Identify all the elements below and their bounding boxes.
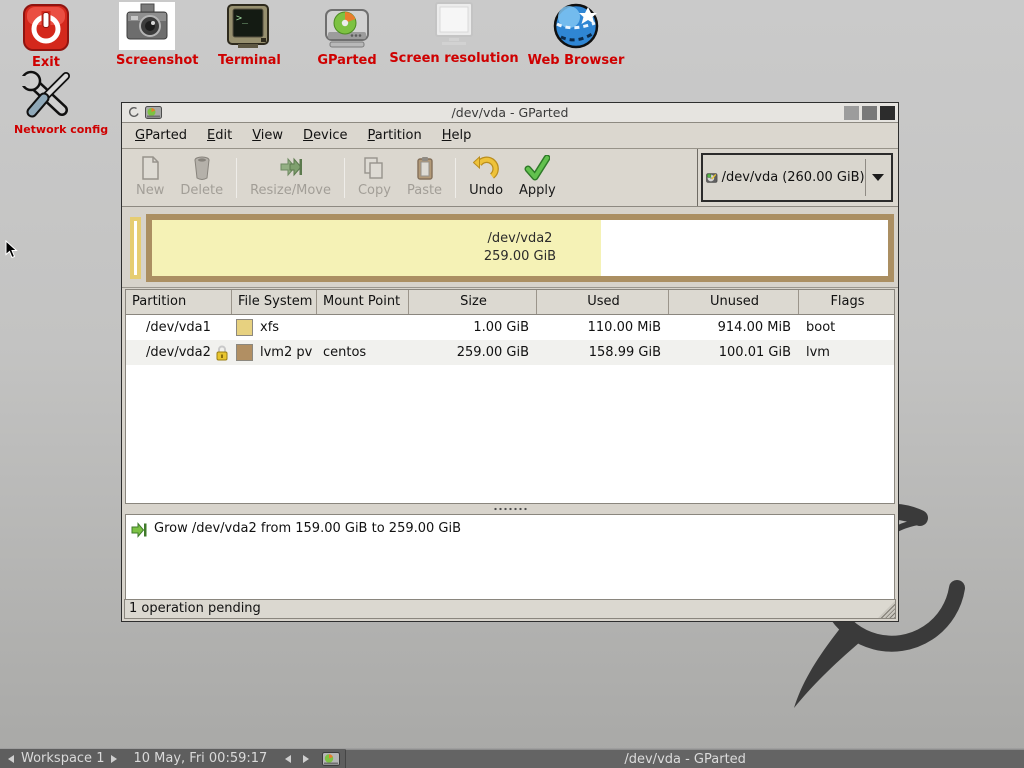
apply-button[interactable]: Apply: [511, 154, 564, 198]
paste-icon: [412, 155, 438, 181]
minimize-button[interactable]: [844, 106, 859, 120]
desktop-icon-network-config[interactable]: Network config: [14, 70, 82, 136]
mouse-cursor: [5, 240, 18, 259]
copy-icon: [361, 155, 387, 181]
window-title: /dev/vda - GParted: [122, 105, 898, 120]
desktop-icon-gparted[interactable]: GParted: [316, 6, 378, 68]
col-size[interactable]: Size: [409, 290, 537, 314]
status-text: 1 operation pending: [129, 601, 261, 616]
power-icon: [21, 4, 71, 52]
grow-operation-icon: [131, 522, 147, 538]
partition-name: /dev/vda2: [488, 230, 553, 248]
apply-check-icon: [524, 155, 550, 181]
svg-text:>_: >_: [236, 13, 249, 24]
lock-icon: [215, 344, 229, 361]
desktop-icon-label: Screenshot: [116, 53, 178, 68]
desktop-icon-label: Network config: [14, 123, 82, 136]
workspace-prev-arrow[interactable]: [8, 755, 14, 763]
table-row-vda1[interactable]: /dev/vda1 xfs 1.00 GiB 110.00 MiB 914.00…: [126, 315, 894, 340]
desktop-icon-label: GParted: [316, 53, 378, 68]
desktop-icon-terminal[interactable]: >_ Terminal: [218, 4, 278, 68]
filesystem-color-swatch: [236, 319, 253, 336]
resize-move-button[interactable]: Resize/Move: [242, 154, 339, 198]
status-bar: 1 operation pending: [124, 599, 896, 619]
resize-move-icon: [278, 155, 304, 181]
operations-pane: Grow /dev/vda2 from 159.00 GiB to 259.00…: [125, 514, 895, 600]
toolbar-separator: [344, 158, 345, 198]
menu-bar: GParted Edit View Device Partition Help: [122, 123, 898, 149]
desktop-icon-label: Screen resolution: [386, 51, 522, 66]
splitter-handle-dots: [493, 507, 527, 511]
col-used[interactable]: Used: [537, 290, 669, 314]
device-path: /dev/vda: [722, 170, 779, 185]
new-button[interactable]: New: [128, 154, 172, 198]
resize-grip[interactable]: [878, 601, 895, 618]
chevron-down-icon: [872, 174, 884, 181]
col-unused[interactable]: Unused: [669, 290, 799, 314]
desktop-icon-screen-resolution[interactable]: Screen resolution: [386, 2, 522, 66]
close-button[interactable]: [880, 106, 895, 120]
menu-device[interactable]: Device: [293, 124, 357, 147]
desktop-icon-screenshot[interactable]: Screenshot: [116, 2, 178, 68]
title-bar[interactable]: /dev/vda - GParted: [122, 103, 898, 123]
paste-button[interactable]: Paste: [399, 154, 450, 198]
taskbar-gparted-icon: [322, 752, 340, 766]
toolbar-separator: [236, 158, 237, 198]
operation-text: Grow /dev/vda2 from 159.00 GiB to 259.00…: [154, 521, 461, 536]
col-mountpoint[interactable]: Mount Point: [317, 290, 409, 314]
taskbar: Workspace 1 10 May, Fri 00:59:17 /dev/vd…: [0, 748, 1024, 768]
taskbar-clock: 10 May, Fri 00:59:17: [133, 751, 267, 766]
desktop-icon-label: Terminal: [218, 53, 278, 68]
menu-partition[interactable]: Partition: [358, 124, 432, 147]
desktop-icon-label: Exit: [18, 55, 74, 70]
desktop-icon-exit[interactable]: Exit: [18, 4, 74, 70]
gparted-window: /dev/vda - GParted GParted Edit View Dev…: [121, 102, 899, 622]
undo-button[interactable]: Undo: [461, 154, 511, 198]
window-next-arrow[interactable]: [303, 755, 309, 763]
workspace-next-arrow[interactable]: [111, 755, 117, 763]
menu-help[interactable]: Help: [432, 124, 482, 147]
toolbar-separator: [455, 158, 456, 198]
desktop-icon-label: Web Browser: [516, 53, 636, 68]
menu-gparted[interactable]: GParted: [125, 124, 197, 147]
monitor-icon: [429, 2, 479, 48]
partition-visual-area: /dev/vda2 259.00 GiB: [122, 207, 898, 288]
new-partition-icon: [137, 155, 163, 181]
taskbar-task-gparted[interactable]: /dev/vda - GParted: [345, 749, 1024, 768]
copy-button[interactable]: Copy: [350, 154, 399, 198]
partition-size: 259.00 GiB: [484, 248, 556, 266]
undo-icon: [473, 155, 499, 181]
pane-splitter[interactable]: [125, 504, 895, 514]
device-selector[interactable]: /dev/vda (260.00 GiB): [701, 153, 893, 202]
filesystem-color-swatch: [236, 344, 253, 361]
terminal-icon: >_: [224, 4, 272, 50]
toolbar-right-separator: [697, 149, 698, 206]
table-row-vda2[interactable]: /dev/vda2 lvm2 pv centos 259.00 GiB 158.…: [126, 340, 894, 365]
table-header-row: Partition File System Mount Point Size U…: [126, 290, 894, 315]
maximize-button[interactable]: [862, 106, 877, 120]
partition-list: Partition File System Mount Point Size U…: [125, 289, 895, 504]
camera-icon: [119, 2, 175, 50]
col-partition[interactable]: Partition: [126, 290, 232, 314]
partition-visual-vda1[interactable]: [130, 217, 141, 279]
tools-icon: [20, 70, 76, 120]
col-filesystem[interactable]: File System: [232, 290, 317, 314]
delete-icon: [189, 155, 215, 181]
desktop-icon-web-browser[interactable]: Web Browser: [516, 2, 636, 68]
delete-button[interactable]: Delete: [172, 154, 231, 198]
col-flags[interactable]: Flags: [799, 290, 894, 314]
disk-icon: [706, 166, 718, 190]
device-size: (260.00 GiB): [782, 170, 864, 185]
workspace-label: Workspace 1: [21, 751, 104, 766]
window-prev-arrow[interactable]: [285, 755, 291, 763]
menu-view[interactable]: View: [242, 124, 293, 147]
menu-edit[interactable]: Edit: [197, 124, 242, 147]
gparted-drive-icon: [324, 6, 370, 50]
globe-icon: [550, 2, 602, 50]
partition-visual-vda2[interactable]: /dev/vda2 259.00 GiB: [146, 214, 894, 282]
toolbar: New Delete Resize/Move Copy: [122, 149, 898, 207]
